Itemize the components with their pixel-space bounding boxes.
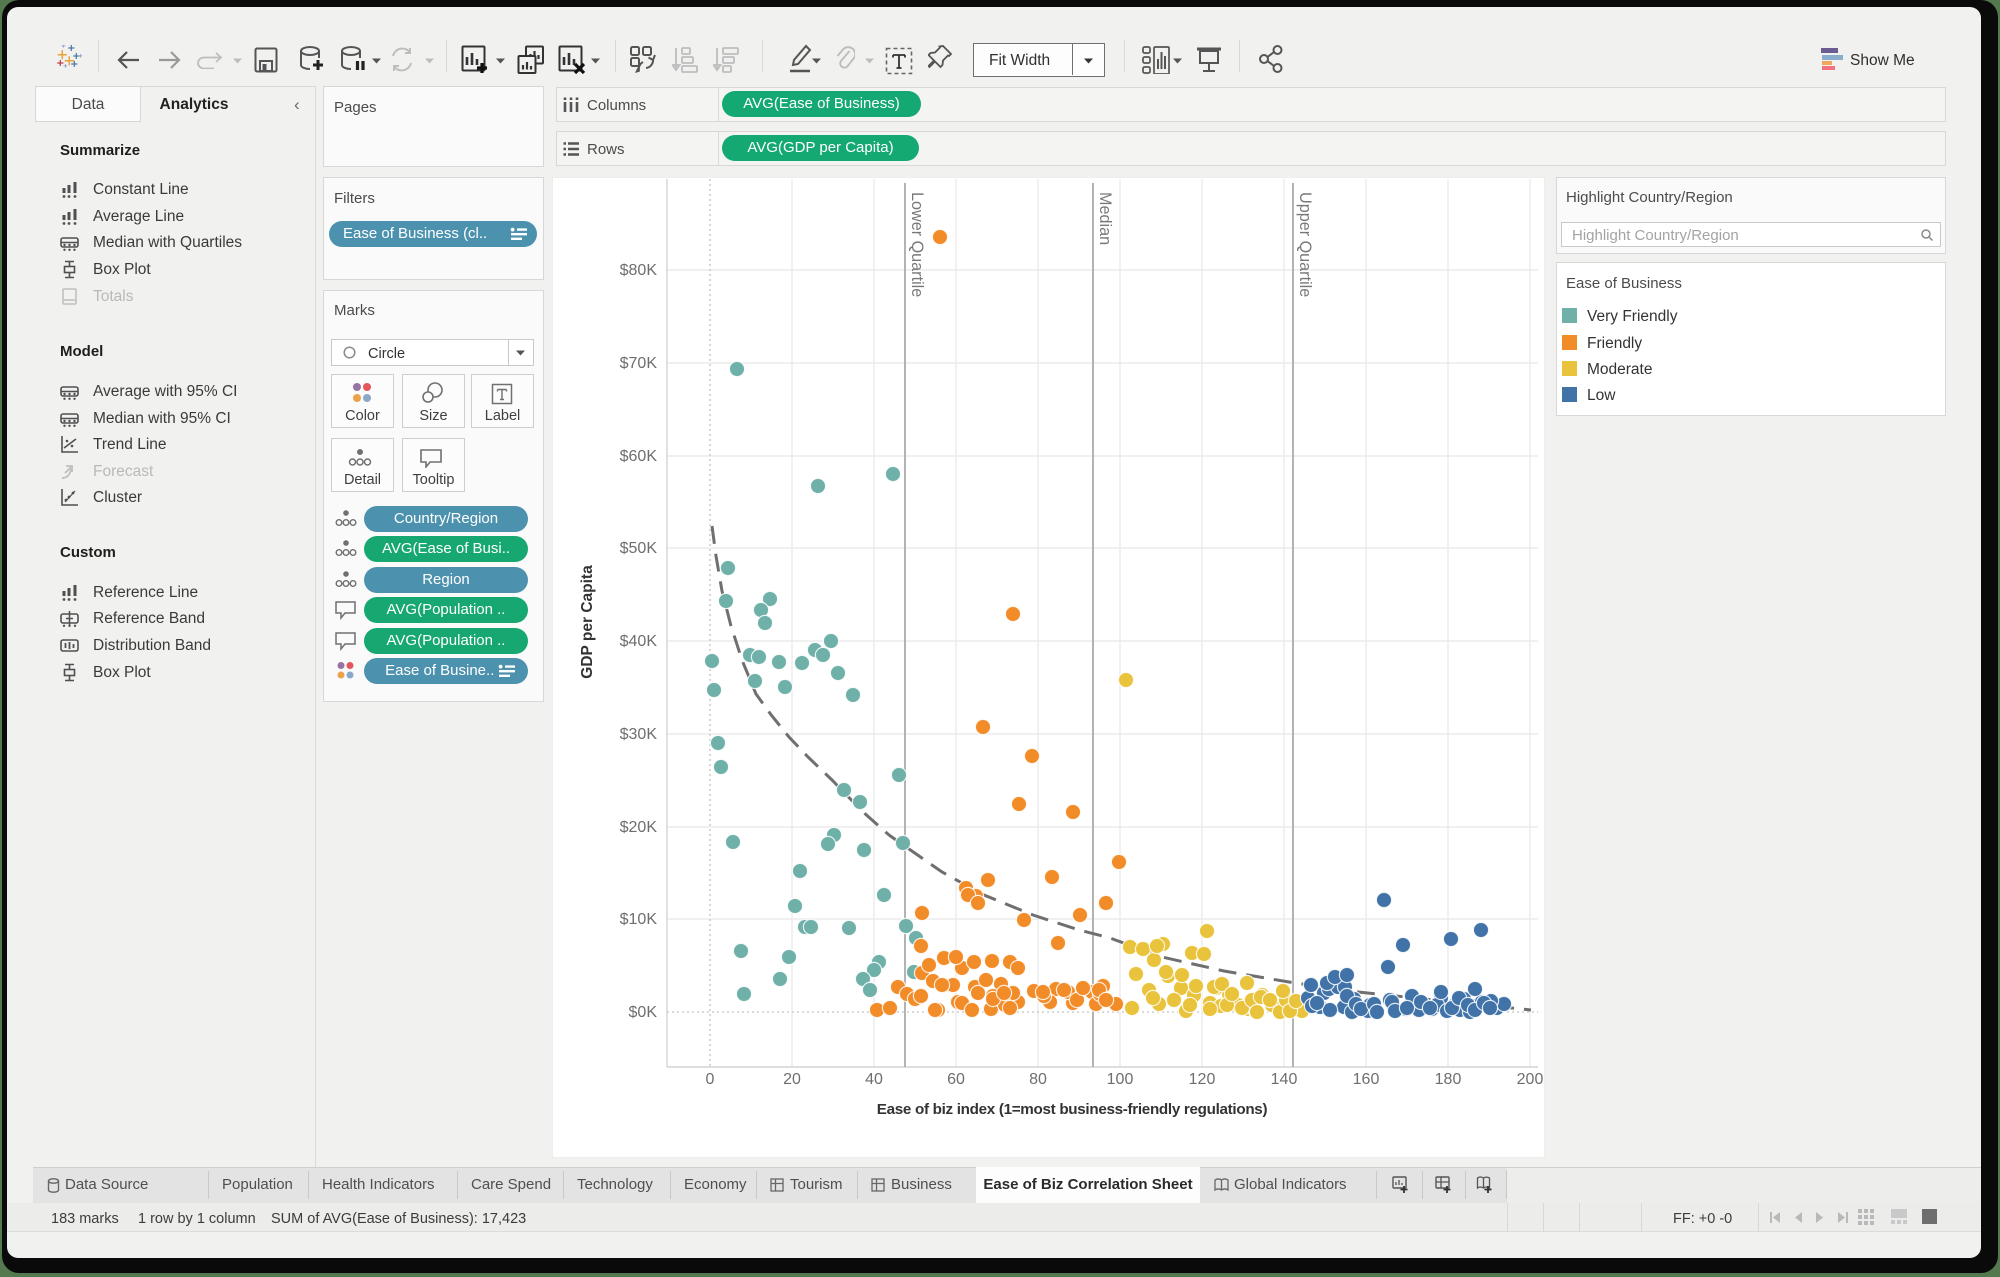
svg-text:60: 60 [947,1071,965,1088]
svg-text:160: 160 [1353,1071,1380,1088]
svg-text:20: 20 [783,1071,801,1088]
svg-text:40: 40 [865,1071,883,1088]
svg-text:$0K: $0K [629,1004,658,1021]
svg-text:100: 100 [1107,1071,1134,1088]
svg-text:180: 180 [1435,1071,1462,1088]
svg-text:140: 140 [1271,1071,1298,1088]
svg-text:Ease of biz index (1=most busi: Ease of biz index (1=most business-frien… [877,1101,1268,1118]
svg-text:Upper Quartile: Upper Quartile [1296,192,1314,297]
svg-text:120: 120 [1189,1071,1216,1088]
svg-text:$80K: $80K [620,262,658,279]
svg-text:Lower Quartile: Lower Quartile [908,192,926,297]
svg-text:$30K: $30K [620,726,658,743]
svg-text:$60K: $60K [620,448,658,465]
svg-text:$40K: $40K [620,633,658,650]
svg-text:$20K: $20K [620,819,658,836]
svg-text:200: 200 [1517,1071,1544,1088]
svg-text:0: 0 [706,1071,715,1088]
svg-text:$70K: $70K [620,355,658,372]
svg-text:$50K: $50K [620,540,658,557]
svg-text:GDP per Capita: GDP per Capita [579,565,596,679]
svg-text:80: 80 [1029,1071,1047,1088]
svg-text:Median: Median [1096,192,1114,245]
svg-text:$10K: $10K [620,911,658,928]
